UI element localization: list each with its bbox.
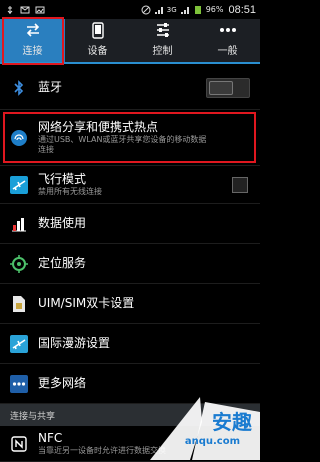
signal-2-icon xyxy=(180,6,189,14)
network-type-label: 3G xyxy=(166,5,177,14)
toggle-knob xyxy=(209,81,233,95)
setting-title: 更多网络 xyxy=(38,376,87,390)
setting-subtitle: 通过USB、WLAN或蓝牙共享您设备的移动数据 xyxy=(38,135,207,144)
setting-tethering[interactable]: 网络分享和便携式热点 通过USB、WLAN或蓝牙共享您设备的移动数据 连接 xyxy=(0,110,260,166)
setting-more-networks[interactable]: 更多网络 xyxy=(0,364,260,404)
hotspot-icon xyxy=(10,129,28,147)
tab-general[interactable]: 一般 xyxy=(195,19,260,62)
roaming-plane-icon xyxy=(10,334,28,353)
setting-airplane-mode[interactable]: 飞行模式 禁用所有无线连接 xyxy=(0,166,260,204)
tab-label: 设备 xyxy=(87,46,108,57)
arrows-exchange-icon xyxy=(24,21,42,39)
setting-subtitle: 当靠近另一设备时允许进行数据交换 xyxy=(38,446,166,455)
airplane-checkbox[interactable] xyxy=(232,177,248,193)
nfc-icon xyxy=(10,435,28,453)
setting-title: 国际漫游设置 xyxy=(38,336,111,350)
more-networks-icon xyxy=(10,374,28,393)
sliders-icon xyxy=(154,21,172,39)
usb-icon xyxy=(7,5,13,14)
bluetooth-icon xyxy=(10,79,28,97)
setting-subtitle: 禁用所有无线连接 xyxy=(38,187,102,196)
sim-card-icon xyxy=(10,295,28,313)
settings-list: 蓝牙 网络分享和便携式热点 通过USB、WLAN或蓝牙共享您设备的移动数据 连接… xyxy=(0,66,260,462)
clock: 08:51 xyxy=(228,3,256,16)
setting-dual-sim[interactable]: UIM/SIM双卡设置 xyxy=(0,284,260,324)
tab-label: 连接 xyxy=(22,46,43,57)
setting-location[interactable]: 定位服务 xyxy=(0,244,260,284)
tab-device[interactable]: 设备 xyxy=(65,19,130,62)
location-icon xyxy=(10,254,28,273)
tab-connections[interactable]: 连接 xyxy=(0,19,65,62)
setting-data-usage[interactable]: 数据使用 xyxy=(0,204,260,244)
image-icon xyxy=(35,6,45,13)
setting-title: 定位服务 xyxy=(38,256,87,270)
setting-subtitle-cont: 连接 xyxy=(38,145,54,154)
signal-1-icon xyxy=(154,6,163,14)
tab-controls[interactable]: 控制 xyxy=(130,19,195,62)
setting-nfc[interactable]: NFC 当靠近另一设备时允许进行数据交换 xyxy=(0,426,260,462)
tab-label: 控制 xyxy=(152,46,173,57)
bluetooth-toggle[interactable] xyxy=(206,78,250,98)
setting-title: UIM/SIM双卡设置 xyxy=(38,296,135,310)
battery-percent: 96% xyxy=(205,5,224,14)
more-dots-icon xyxy=(219,21,237,39)
airplane-icon xyxy=(10,175,28,194)
settings-tab-bar: 连接 设备 控制 一般 xyxy=(0,19,260,64)
setting-title: 飞行模式 xyxy=(38,172,87,186)
battery-icon xyxy=(194,5,201,14)
section-header-connect-share: 连接与共享 xyxy=(0,404,260,426)
status-bar: 3G 96% 08:51 xyxy=(0,0,260,19)
mute-icon xyxy=(141,5,151,14)
mail-icon xyxy=(20,6,30,13)
setting-title: NFC xyxy=(38,431,63,445)
setting-title: 数据使用 xyxy=(38,216,87,230)
setting-roaming[interactable]: 国际漫游设置 xyxy=(0,324,260,364)
setting-title: 网络分享和便携式热点 xyxy=(38,120,159,134)
tab-label: 一般 xyxy=(217,46,238,57)
phone-device-icon xyxy=(89,21,107,39)
data-usage-icon xyxy=(10,215,28,233)
setting-bluetooth[interactable]: 蓝牙 xyxy=(0,66,260,110)
setting-title: 蓝牙 xyxy=(38,80,63,94)
